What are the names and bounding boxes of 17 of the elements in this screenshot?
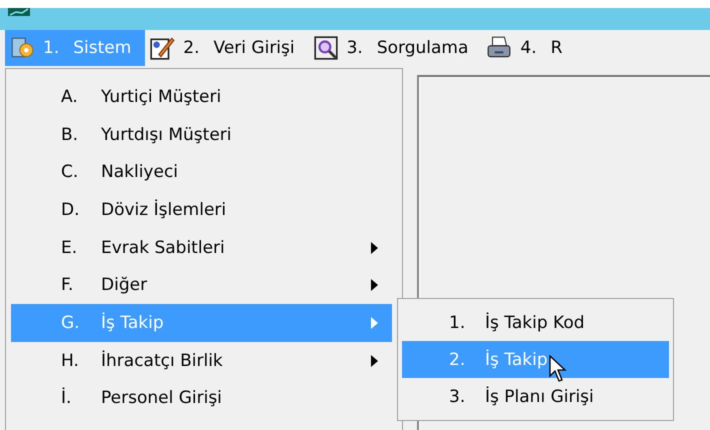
menu-item[interactable]: 2. Veri Girişi — [145, 30, 309, 66]
menu-item[interactable]: D. Döviz İşlemleri — [11, 191, 392, 229]
menu-item[interactable]: 3. İş Planı Girişi — [402, 378, 669, 415]
menu-item[interactable]: E. Evrak Sabitleri — [11, 228, 392, 266]
menu-item[interactable]: B. Yurtdışı Müşteri — [11, 116, 392, 154]
menu-item[interactable]: C. Nakliyeci — [11, 153, 392, 192]
menu-item[interactable]: 3. Sorgulama — [308, 30, 482, 66]
menu-item[interactable]: F. Diğer — [11, 266, 392, 304]
chart-icon — [8, 8, 30, 16]
magnifier-icon — [312, 35, 339, 61]
menu-item[interactable]: 4. R — [482, 30, 576, 66]
menu-item[interactable]: 1. İş Takip Kod — [402, 304, 669, 341]
menu-item[interactable]: A. Yurtiçi Müşteri — [11, 78, 392, 116]
pen-icon — [149, 35, 176, 61]
menu-item[interactable]: İ. Personel Girişi — [11, 380, 392, 418]
mouse-cursor-icon — [549, 355, 567, 383]
menu-item[interactable]: H. İhracatçı Birlik — [11, 342, 392, 380]
